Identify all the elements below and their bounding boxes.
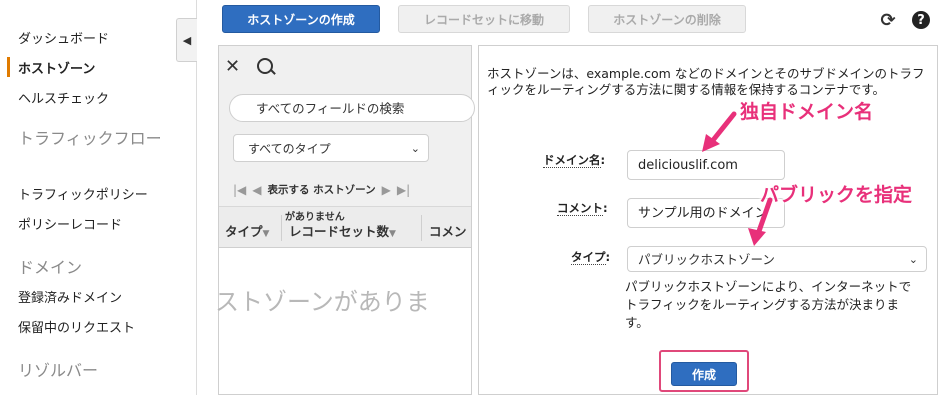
domain-name-label: ドメイン名: — [543, 153, 606, 168]
empty-state-text: ストゾーンがありま — [215, 288, 430, 316]
annotation-arrow-domain — [702, 111, 737, 152]
annotation-domain-name: 独自ドメイン名 — [740, 101, 874, 123]
search-icon[interactable] — [257, 58, 273, 74]
help-icon-glyph: ? — [912, 11, 930, 29]
search-input[interactable]: すべてのフィールドの検索 — [229, 94, 475, 122]
sidebar-item-policy-records[interactable]: ポリシーレコード — [18, 214, 122, 233]
sidebar-item-traffic-policies[interactable]: トラフィックポリシー — [18, 184, 148, 203]
sidebar: ダッシュボード ホストゾーン ヘルスチェック トラフィックフロー トラフィックポ… — [0, 0, 197, 395]
sidebar-item-dashboard[interactable]: ダッシュボード — [18, 28, 109, 47]
type-description: パブリックホストゾーンにより、インターネットでトラフィックをルーティングする方法… — [625, 279, 912, 330]
chevron-down-icon: ⌄ — [908, 253, 918, 266]
type-label: タイプ: — [571, 250, 611, 265]
help-icon[interactable]: ? — [911, 10, 931, 30]
table-header: がありません タイプ▼ レコードセット数▼ コメン — [219, 206, 471, 248]
sidebar-item-hosted-zones[interactable]: ホストゾーン — [18, 58, 95, 77]
close-icon[interactable]: ✕ — [225, 56, 240, 77]
column-comment[interactable]: コメン — [429, 221, 467, 240]
sidebar-collapse-button[interactable]: ◀ — [176, 18, 197, 62]
goto-record-sets-button[interactable]: レコードセットに移動 — [398, 5, 570, 33]
column-divider — [421, 215, 422, 241]
list-toolbar: ✕ すべてのフィールドの検索 すべてのタイプ ⌄ |◀ ◀ 表示する ホストゾー… — [219, 46, 475, 206]
domain-name-field[interactable]: deliciouslif.com — [627, 150, 785, 180]
chevron-left-icon: ◀ — [182, 33, 192, 47]
sidebar-section-resolver: リゾルバー — [18, 361, 99, 380]
next-page-icon[interactable]: ▶ — [382, 183, 391, 197]
delete-hosted-zone-button[interactable]: ホストゾーンの削除 — [588, 5, 746, 33]
column-divider — [281, 215, 282, 241]
column-type-label: タイプ — [225, 224, 263, 239]
create-button-highlight: 作成 — [659, 350, 749, 392]
prev-page-icon[interactable]: ◀ — [252, 183, 261, 197]
sidebar-section-domains: ドメイン — [18, 258, 83, 277]
sidebar-item-pending-requests[interactable]: 保留中のリクエスト — [18, 317, 135, 336]
type-filter-select[interactable]: すべてのタイプ ⌄ — [233, 134, 429, 162]
type-select-value: パブリックホストゾーン — [638, 252, 775, 267]
hosted-zone-list-panel: ✕ すべてのフィールドの検索 すべてのタイプ ⌄ |◀ ◀ 表示する ホストゾー… — [215, 45, 475, 395]
create-button[interactable]: 作成 — [671, 362, 737, 386]
last-page-icon[interactable]: ▶| — [397, 183, 410, 197]
chevron-down-icon: ⌄ — [410, 142, 420, 155]
type-filter-value: すべてのタイプ — [248, 142, 331, 156]
comment-label: コメント: — [557, 201, 608, 216]
annotation-public: パブリックを指定 — [760, 184, 913, 206]
annotation-arrow-public — [748, 197, 773, 246]
pagination: |◀ ◀ 表示する ホストゾーン ▶ ▶| — [233, 182, 410, 197]
sidebar-section-traffic-flow: トラフィックフロー — [18, 129, 162, 148]
column-record-count[interactable]: レコードセット数▼ — [289, 221, 396, 240]
form-description: ホストゾーンは、example.com などのドメインとそのサブドメインのトラフ… — [487, 66, 925, 97]
column-record-count-label: レコードセット数 — [289, 224, 390, 239]
create-hosted-zone-button[interactable]: ホストゾーンの作成 — [222, 5, 380, 33]
pager-label: 表示する ホストゾーン — [267, 184, 376, 196]
active-indicator — [7, 57, 10, 77]
sidebar-item-registered-domains[interactable]: 登録済みドメイン — [18, 287, 122, 306]
first-page-icon[interactable]: |◀ — [233, 183, 246, 197]
refresh-icon[interactable]: ⟳ — [878, 10, 898, 31]
type-select[interactable]: パブリックホストゾーン ⌄ — [627, 246, 927, 272]
sidebar-item-health-checks[interactable]: ヘルスチェック — [18, 88, 109, 107]
column-type[interactable]: タイプ▼ — [225, 221, 269, 240]
